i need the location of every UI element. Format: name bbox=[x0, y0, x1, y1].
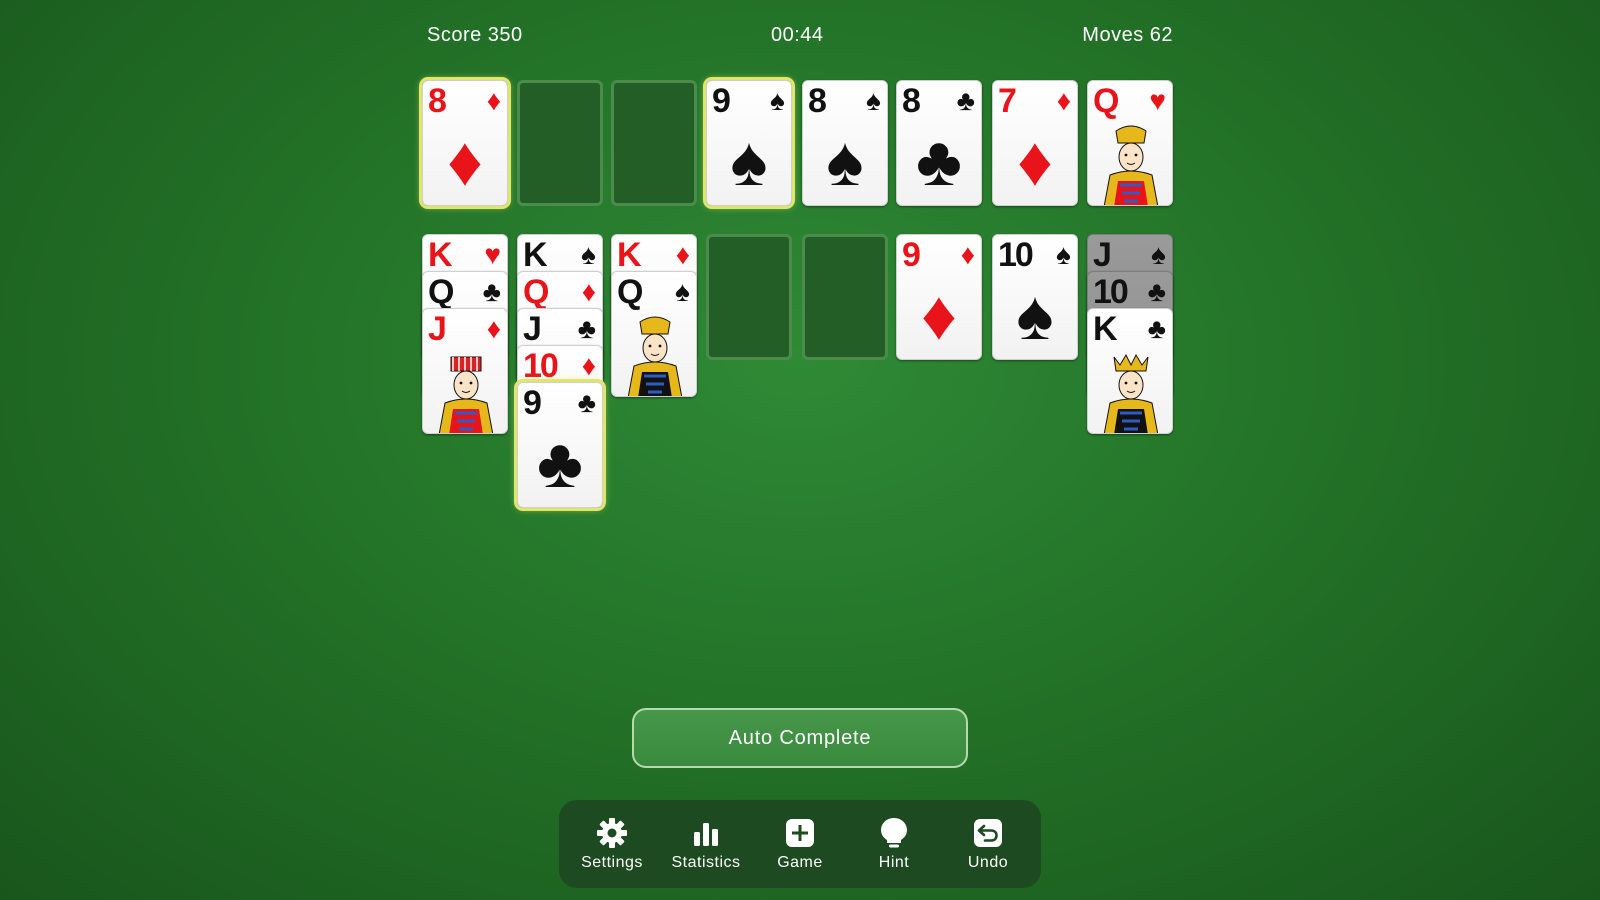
game-button[interactable]: Game bbox=[754, 816, 846, 872]
hint-button[interactable]: Hint bbox=[848, 816, 940, 872]
card-suit-small: ♦ bbox=[486, 85, 501, 116]
card-suit-small: ♣ bbox=[1147, 276, 1166, 307]
statistics-button[interactable]: Statistics bbox=[660, 816, 752, 872]
card-rank: 9 bbox=[902, 236, 921, 274]
card-suit-large: ♣ bbox=[916, 122, 962, 200]
card-rank: K bbox=[617, 236, 642, 274]
card-rank: 10 bbox=[1093, 273, 1129, 311]
card-rank: 8 bbox=[808, 82, 827, 120]
hud-score: Score 350 bbox=[427, 24, 523, 46]
card-rank: 10 bbox=[998, 236, 1034, 274]
card-suit-small: ♥ bbox=[1149, 85, 1166, 116]
card[interactable]: 9 ♠ ♠ bbox=[706, 80, 792, 206]
undo-button[interactable]: Undo bbox=[942, 816, 1034, 872]
card-suit-small: ♣ bbox=[482, 276, 501, 307]
king-portrait-icon bbox=[1096, 351, 1164, 433]
free-cell-slot[interactable] bbox=[517, 80, 603, 206]
tableau-card[interactable]: Q ♠ bbox=[611, 271, 697, 397]
card-suit-small: ♦ bbox=[581, 350, 596, 381]
card-suit-small: ♣ bbox=[1147, 313, 1166, 344]
bottom-toolbar: Settings Statistics Game Hint Undo bbox=[559, 800, 1041, 888]
gear-icon bbox=[595, 816, 629, 850]
jack-portrait-icon bbox=[431, 351, 499, 433]
tableau-card[interactable]: 9 ♣ ♣ bbox=[517, 382, 603, 508]
card-rank: 9 bbox=[523, 384, 542, 422]
tableau-empty-slot[interactable] bbox=[706, 234, 792, 360]
card-suit-small: ♣ bbox=[577, 387, 596, 418]
card-suit-large: ♦ bbox=[447, 122, 483, 200]
card-rank: K bbox=[428, 236, 453, 274]
tableau-card[interactable]: J ♦ bbox=[422, 308, 508, 434]
hint-label: Hint bbox=[878, 854, 910, 871]
card-rank: Q bbox=[1093, 82, 1119, 120]
free-cell-slot[interactable] bbox=[611, 80, 697, 206]
card-rank: 8 bbox=[902, 82, 921, 120]
card-suit-large: ♣ bbox=[537, 424, 583, 502]
card-suit-small: ♥ bbox=[484, 239, 501, 270]
card-suit-small: ♠ bbox=[1151, 239, 1166, 270]
card[interactable]: Q ♥ bbox=[1087, 80, 1173, 206]
card-suit-small: ♣ bbox=[577, 313, 596, 344]
hud-moves: Moves 62 bbox=[1082, 24, 1173, 46]
bar-chart-icon bbox=[689, 816, 723, 850]
game-label: Game bbox=[777, 854, 823, 871]
card[interactable]: 8 ♠ ♠ bbox=[802, 80, 888, 206]
card-rank: J bbox=[1093, 236, 1112, 274]
card[interactable]: 8 ♣ ♣ bbox=[896, 80, 982, 206]
plus-icon bbox=[783, 816, 817, 850]
card[interactable]: 7 ♦ ♦ bbox=[992, 80, 1078, 206]
card-rank: Q bbox=[523, 273, 549, 311]
tableau-card[interactable]: K ♣ bbox=[1087, 308, 1173, 434]
card-suit-large: ♦ bbox=[921, 276, 957, 354]
card[interactable]: 8 ♦ ♦ bbox=[422, 80, 508, 206]
card-suit-small: ♠ bbox=[770, 85, 785, 116]
card-rank: J bbox=[523, 310, 542, 348]
undo-icon bbox=[971, 816, 1005, 850]
card-rank: Q bbox=[617, 273, 643, 311]
card-suit-small: ♦ bbox=[960, 239, 975, 270]
card-suit-small: ♠ bbox=[1056, 239, 1071, 270]
card-suit-small: ♠ bbox=[581, 239, 596, 270]
card-suit-small: ♣ bbox=[956, 85, 975, 116]
card-rank: K bbox=[523, 236, 548, 274]
queen-portrait-icon bbox=[1096, 123, 1164, 205]
settings-button[interactable]: Settings bbox=[566, 816, 658, 872]
card-rank: Q bbox=[428, 273, 454, 311]
card-rank: 8 bbox=[428, 82, 447, 120]
card-rank: K bbox=[1093, 310, 1118, 348]
tableau-card[interactable]: 9 ♦ ♦ bbox=[896, 234, 982, 360]
card-suit-small: ♦ bbox=[1056, 85, 1071, 116]
queen-portrait-icon bbox=[620, 314, 688, 396]
card-suit-small: ♦ bbox=[675, 239, 690, 270]
card-suit-large: ♠ bbox=[730, 122, 768, 200]
card-rank: 7 bbox=[998, 82, 1017, 120]
card-suit-large: ♠ bbox=[1016, 276, 1054, 354]
card-suit-small: ♦ bbox=[486, 313, 501, 344]
statistics-label: Statistics bbox=[671, 854, 741, 871]
card-rank: 9 bbox=[712, 82, 731, 120]
card-suit-small: ♦ bbox=[581, 276, 596, 307]
settings-label: Settings bbox=[581, 854, 643, 871]
hud-timer: 00:44 bbox=[771, 24, 824, 46]
card-suit-large: ♠ bbox=[826, 122, 864, 200]
tableau-empty-slot[interactable] bbox=[802, 234, 888, 360]
auto-complete-button[interactable]: Auto Complete bbox=[632, 708, 968, 768]
tableau-card[interactable]: 10 ♠ ♠ bbox=[992, 234, 1078, 360]
card-rank: 10 bbox=[523, 347, 559, 385]
card-suit-small: ♠ bbox=[675, 276, 690, 307]
card-rank: J bbox=[428, 310, 447, 348]
lightbulb-icon bbox=[877, 816, 911, 850]
card-suit-small: ♠ bbox=[866, 85, 881, 116]
undo-label: Undo bbox=[967, 854, 1009, 871]
card-suit-large: ♦ bbox=[1017, 122, 1053, 200]
